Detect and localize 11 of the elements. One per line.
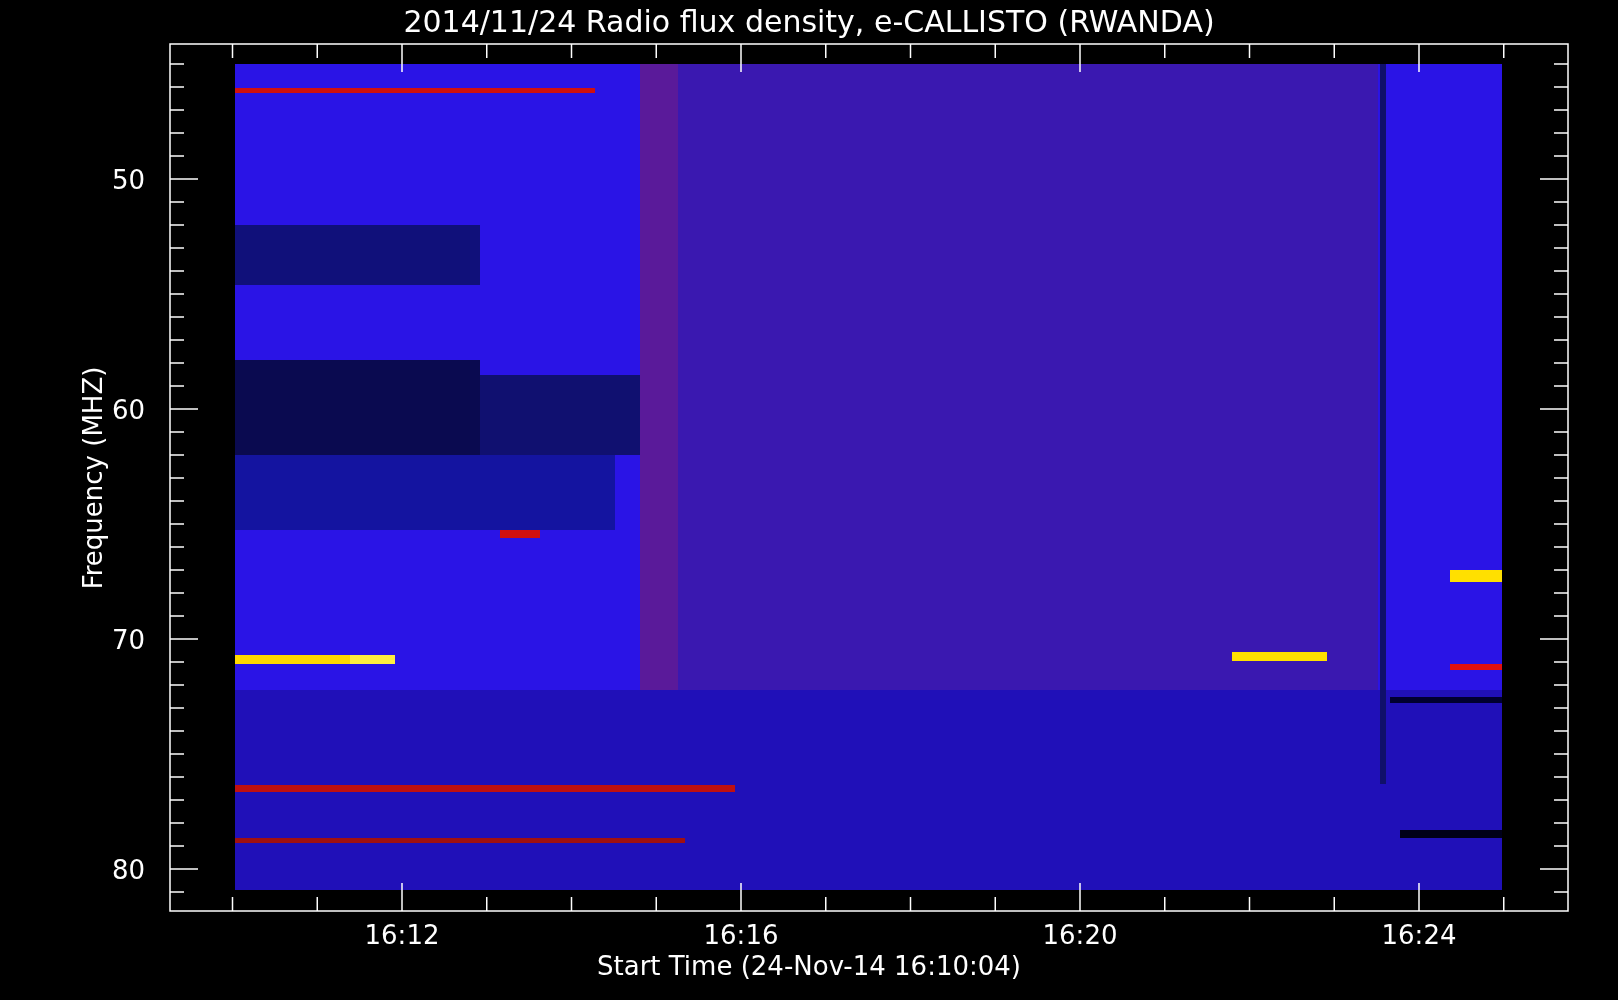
tick-label: 70 — [111, 625, 145, 655]
axis-label: Start Time (24-Nov-14 16:10:04) — [597, 951, 1021, 981]
tick-label: 16:16 — [703, 920, 779, 950]
chart-title: 2014/11/24 Radio flux density, e-CALLISTO (RWANDA) — [403, 4, 1215, 39]
tick-label: 60 — [111, 395, 145, 425]
tick-label: 80 — [111, 855, 145, 885]
tick-label: 50 — [111, 165, 145, 195]
tick-label: 16:20 — [1042, 920, 1118, 950]
tick-label: 16:12 — [364, 920, 440, 950]
axis-label: Frequency (MHZ) — [78, 366, 108, 590]
tick-label: 16:24 — [1381, 920, 1457, 950]
